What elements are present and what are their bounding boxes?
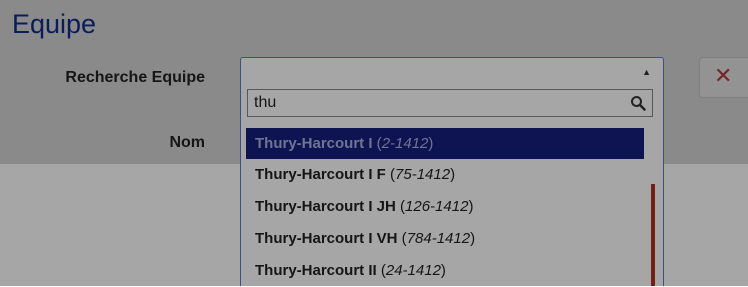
option-name: Thury-Harcourt I: [255, 135, 373, 152]
dropdown-search-box: [247, 89, 653, 117]
option-code: 126-1412: [405, 198, 469, 215]
option-name: Thury-Harcourt II: [255, 262, 377, 279]
team-select[interactable]: ▲: [240, 57, 664, 90]
option-code: 24-1412: [385, 262, 441, 279]
close-icon: ✕: [714, 63, 733, 88]
option-name: Thury-Harcourt I F: [255, 166, 386, 183]
results-list: Thury-Harcourt I (2-1412) Thury-Harcourt…: [246, 128, 644, 287]
dropdown-scrollbar[interactable]: [651, 184, 655, 286]
option-code: 2-1412: [381, 135, 429, 152]
team-dropdown: Thury-Harcourt I (2-1412) Thury-Harcourt…: [240, 88, 664, 286]
option-name: Thury-Harcourt I JH: [255, 198, 396, 215]
result-option[interactable]: Thury-Harcourt II (24-1412): [246, 255, 644, 287]
result-option[interactable]: Thury-Harcourt I VH (784-1412): [246, 223, 644, 255]
result-option[interactable]: Thury-Harcourt I JH (126-1412): [246, 191, 644, 223]
caret-up-icon: ▲: [642, 67, 651, 77]
search-icon: [631, 96, 646, 111]
name-label: Nom: [169, 134, 205, 151]
clear-button[interactable]: ✕: [699, 57, 748, 98]
result-option[interactable]: Thury-Harcourt I (2-1412): [246, 128, 644, 159]
dropdown-search-input[interactable]: [248, 90, 630, 116]
page-title: Equipe: [12, 9, 97, 39]
option-name: Thury-Harcourt I VH: [255, 230, 398, 247]
option-code: 75-1412: [395, 166, 451, 183]
team-search-label: Recherche Equipe: [65, 69, 205, 86]
option-code: 784-1412: [406, 230, 471, 247]
result-option[interactable]: Thury-Harcourt I F (75-1412): [246, 159, 644, 191]
